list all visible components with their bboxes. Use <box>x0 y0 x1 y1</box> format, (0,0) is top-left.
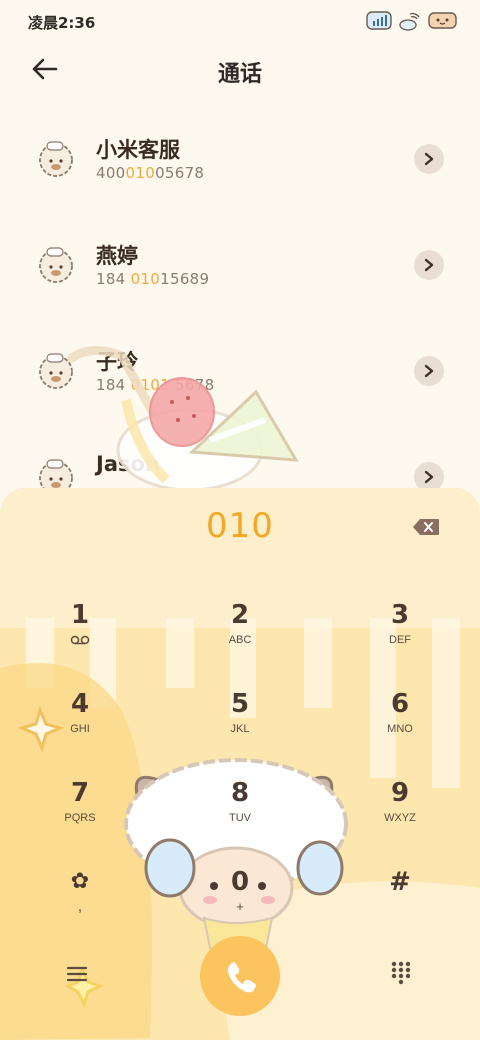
key-5[interactable]: 5 JKL <box>185 689 295 759</box>
key-9[interactable]: 9 WXYZ <box>345 778 455 848</box>
avatar <box>39 247 73 283</box>
avatar <box>39 353 73 389</box>
wifi-icon <box>399 12 420 31</box>
contact-number: 184 0101 5678 <box>96 376 215 394</box>
backspace-icon <box>413 519 439 535</box>
chevron-right-icon <box>424 152 434 166</box>
contact-name: 子玲 <box>96 350 138 374</box>
key-0[interactable]: 0 + <box>185 867 295 937</box>
phone-icon <box>227 962 256 993</box>
key-4[interactable]: 4 GHI <box>25 689 135 759</box>
chevron-right-icon <box>424 258 434 272</box>
contact-row[interactable]: 子玲 184 0101 5678 <box>0 322 480 428</box>
status-time: 凌晨2:36 <box>28 14 96 32</box>
menu-button[interactable] <box>64 962 92 986</box>
contact-name: Jason <box>96 452 160 476</box>
key-8[interactable]: 8 TUV <box>185 778 295 848</box>
contact-detail-button[interactable] <box>414 250 444 280</box>
contact-detail-button[interactable] <box>414 144 444 174</box>
status-icons <box>366 8 458 32</box>
contact-number: 184 01015689 <box>96 270 210 288</box>
chevron-right-icon <box>424 470 434 484</box>
contact-detail-button[interactable] <box>414 356 444 386</box>
dialpad-toggle-button[interactable] <box>390 960 412 986</box>
menu-icon <box>66 966 88 982</box>
dialpad-icon <box>391 961 411 985</box>
avatar <box>39 141 73 177</box>
chevron-right-icon <box>424 364 434 378</box>
battery-icon <box>428 12 457 29</box>
contact-name: 燕婷 <box>96 244 138 268</box>
key-3[interactable]: 3 DEF <box>345 600 455 670</box>
key-7[interactable]: 7 PQRS <box>25 778 135 848</box>
key-star[interactable]: ✿ , <box>25 867 135 937</box>
signal-icon <box>366 11 392 30</box>
key-2[interactable]: 2 ABC <box>185 600 295 670</box>
page-title: 通话 <box>217 62 262 87</box>
contact-name: 小米客服 <box>96 138 180 162</box>
dialer-panel: 010 1 2 ABC 3 DEF 4 GHI 5 JKL 6 MNO 7 PQ… <box>0 488 480 1040</box>
contact-row[interactable]: 小米客服 40001005678 <box>0 110 480 216</box>
call-button[interactable] <box>200 936 280 1016</box>
delete-button[interactable] <box>412 518 440 536</box>
key-6[interactable]: 6 MNO <box>345 689 455 759</box>
dial-input-display[interactable]: 010 <box>0 506 480 546</box>
contact-number: 40001005678 <box>96 164 205 182</box>
status-bar: 凌晨2:36 <box>0 0 480 44</box>
voicemail-icon <box>70 635 90 645</box>
contact-row[interactable]: 燕婷 184 01015689 <box>0 216 480 322</box>
key-1[interactable]: 1 <box>25 600 135 670</box>
key-hash[interactable]: # <box>345 867 455 937</box>
